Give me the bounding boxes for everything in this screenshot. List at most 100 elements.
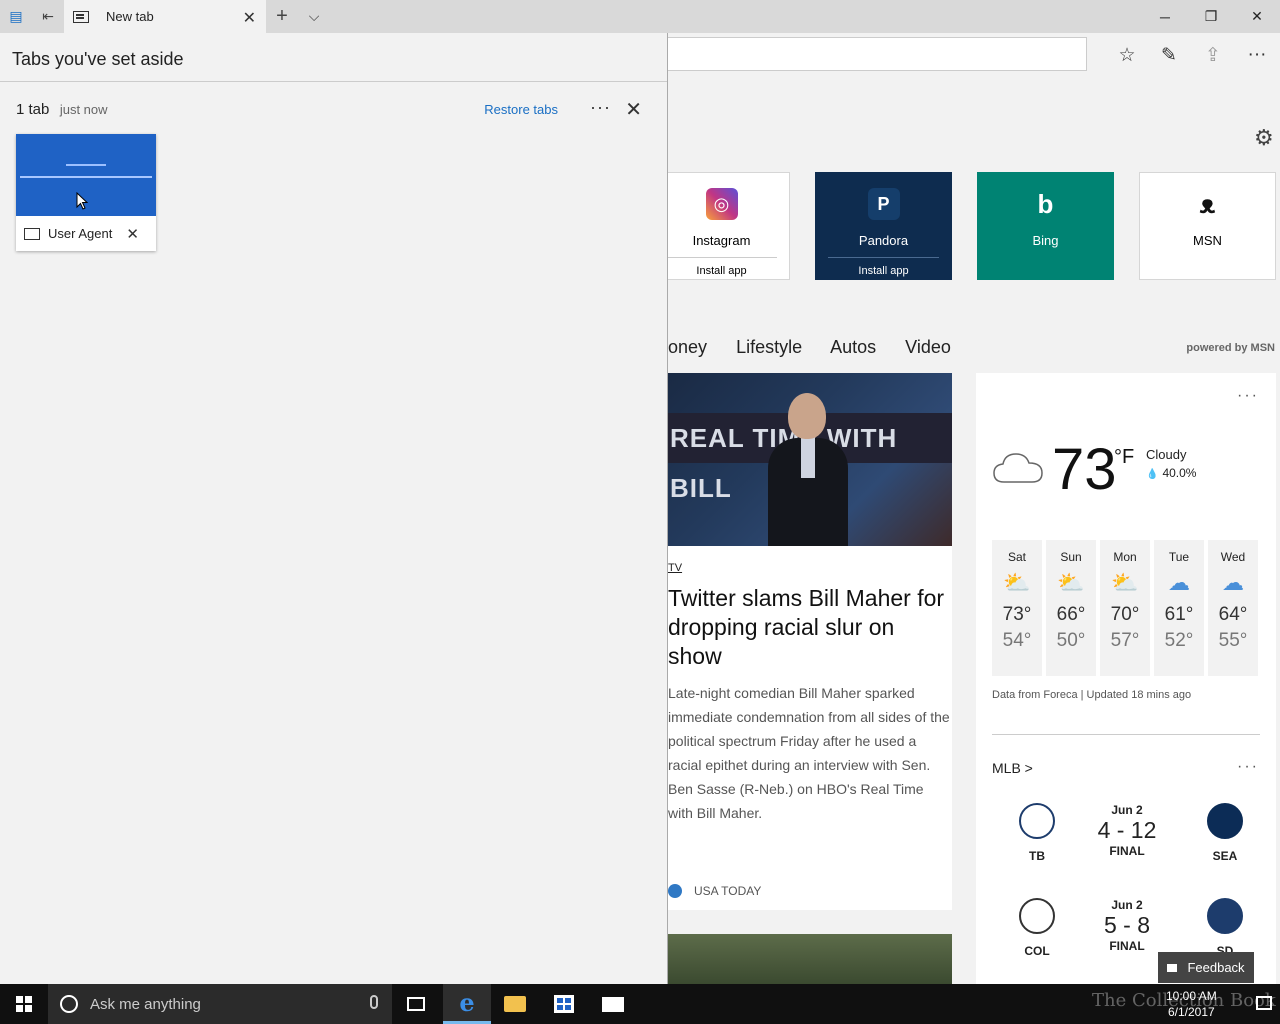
tile-bing[interactable]: b Bing bbox=[977, 172, 1114, 280]
precipitation: 40.0% bbox=[1146, 466, 1196, 480]
forecast-day[interactable]: Wed ☁ 64° 55° bbox=[1208, 540, 1258, 676]
gear-icon[interactable]: ⚙ bbox=[1254, 125, 1274, 151]
game-score: 5 - 8 bbox=[1103, 912, 1151, 938]
close-window-button[interactable]: ✕ bbox=[1234, 0, 1280, 33]
forecast-high: 70° bbox=[1110, 604, 1140, 625]
microphone-icon[interactable] bbox=[370, 995, 378, 1009]
weather-condition: Cloudy bbox=[1146, 447, 1187, 462]
tab-bar: ▤ ⇤ New tab ✕ + ⌵ ─ ❐ ✕ bbox=[0, 0, 1280, 33]
tile-label: Bing bbox=[1032, 233, 1059, 248]
address-bar[interactable] bbox=[660, 37, 1087, 71]
tile-instagram[interactable]: ◎ Instagram Install app bbox=[653, 172, 790, 280]
weather-more-icon[interactable]: ··· bbox=[1237, 387, 1259, 405]
forecast-day[interactable]: Mon ⛅ 70° 57° bbox=[1100, 540, 1150, 676]
tile-label: MSN bbox=[1193, 233, 1222, 248]
forecast-low: 57° bbox=[1110, 630, 1140, 651]
favorites-icon[interactable]: ☆ bbox=[1114, 42, 1140, 68]
forecast-day-name: Wed bbox=[1220, 550, 1246, 564]
search-placeholder: Ask me anything bbox=[90, 995, 201, 1013]
partly-sunny-icon: ⛅ bbox=[1003, 570, 1031, 595]
edge-icon: e bbox=[459, 988, 475, 1017]
pandora-icon: P bbox=[867, 188, 900, 220]
tab-new-tab[interactable]: New tab ✕ bbox=[64, 0, 266, 33]
forecast-low: 52° bbox=[1164, 630, 1194, 651]
temp-unit[interactable]: °F bbox=[1114, 446, 1134, 469]
thumbnail-line bbox=[66, 164, 106, 166]
close-icon[interactable]: ✕ bbox=[126, 225, 139, 243]
team-home: COL bbox=[1007, 898, 1067, 958]
instagram-icon: ◎ bbox=[705, 188, 738, 220]
article-category[interactable]: TV bbox=[668, 562, 952, 574]
forecast-day[interactable]: Sat ⛅ 73° 54° bbox=[992, 540, 1042, 676]
article-title[interactable]: Twitter slams Bill Maher for dropping ra… bbox=[668, 584, 952, 671]
game-status: FINAL bbox=[1109, 844, 1145, 858]
forecast-day-name: Sat bbox=[1007, 550, 1026, 564]
forecast-day[interactable]: Sun ⛅ 66° 50° bbox=[1046, 540, 1096, 676]
category-money[interactable]: oney bbox=[668, 337, 707, 357]
forecast-high: 73° bbox=[1002, 604, 1032, 625]
install-app-link[interactable]: Install app bbox=[666, 257, 777, 277]
set-tabs-aside-icon[interactable]: ⇤ bbox=[32, 0, 64, 33]
rain-icon: ☁ bbox=[1222, 570, 1244, 595]
share-icon[interactable]: ⇪ bbox=[1200, 42, 1226, 68]
task-view-icon bbox=[407, 997, 425, 1011]
tabs-aside-panel: Tabs you've set aside 1 tab just now Res… bbox=[0, 33, 668, 984]
set-aside-tab-card[interactable]: User Agent ✕ bbox=[16, 134, 156, 251]
task-view-button[interactable] bbox=[392, 984, 440, 1024]
file-explorer-button[interactable] bbox=[491, 984, 539, 1024]
web-notes-icon[interactable]: ✎ bbox=[1156, 42, 1182, 68]
cloudy-icon bbox=[993, 453, 1043, 483]
restore-tabs-link[interactable]: Restore tabs bbox=[484, 102, 558, 117]
news-article-card[interactable]: REAL TIME WITH BILL TV Twitter slams Bil… bbox=[668, 373, 952, 910]
chevron-down-icon[interactable]: ⌵ bbox=[298, 0, 330, 33]
more-icon[interactable]: ··· bbox=[1244, 42, 1270, 68]
mouse-cursor-icon bbox=[76, 192, 88, 210]
thumbnail-line bbox=[20, 176, 152, 178]
minimize-button[interactable]: ─ bbox=[1142, 0, 1188, 33]
start-button[interactable] bbox=[0, 984, 48, 1024]
mail-button[interactable] bbox=[589, 984, 637, 1024]
category-video[interactable]: Video bbox=[905, 337, 951, 357]
watermark: The Collection Book bbox=[1092, 990, 1276, 1011]
tile-label: Instagram bbox=[692, 233, 751, 248]
mail-icon bbox=[602, 996, 624, 1012]
group-more-icon[interactable]: ··· bbox=[590, 97, 611, 118]
forecast-day-name: Tue bbox=[1168, 550, 1190, 564]
tab-title: New tab bbox=[106, 9, 154, 24]
news-article-card-2-image[interactable] bbox=[668, 934, 952, 984]
mlb-more-icon[interactable]: ··· bbox=[1237, 758, 1259, 776]
team-abbr: TB bbox=[1029, 849, 1045, 863]
store-button[interactable] bbox=[540, 984, 588, 1024]
team-away: SD bbox=[1195, 898, 1255, 958]
category-autos[interactable]: Autos bbox=[830, 337, 876, 357]
cortana-search-box[interactable]: Ask me anything bbox=[48, 984, 392, 1024]
feedback-button[interactable]: Feedback bbox=[1158, 952, 1254, 983]
tabs-aside-icon[interactable]: ▤ bbox=[0, 0, 32, 33]
forecast-day-name: Sun bbox=[1060, 550, 1082, 564]
forecast-row: Sat ⛅ 73° 54° Sun ⛅ 66° 50° Mon ⛅ 70° 57° Tue ☁ 61°… bbox=[992, 540, 1258, 676]
mariners-logo-icon bbox=[1207, 803, 1243, 839]
mlb-title-link[interactable]: MLB > bbox=[992, 760, 1033, 776]
mlb-game[interactable]: TB Jun 24 - 12 FINAL SEA bbox=[992, 803, 1260, 873]
group-close-icon[interactable]: ✕ bbox=[625, 97, 642, 122]
new-tab-icon[interactable]: + bbox=[266, 0, 298, 33]
tile-pandora[interactable]: P Pandora Install app bbox=[815, 172, 952, 280]
windows-icon bbox=[16, 996, 32, 1012]
panel-title: Tabs you've set aside bbox=[0, 33, 667, 82]
forecast-low: 54° bbox=[1002, 630, 1032, 651]
forecast-high: 66° bbox=[1056, 604, 1086, 625]
partly-sunny-icon: ⛅ bbox=[1057, 570, 1085, 595]
close-tab-icon[interactable]: ✕ bbox=[243, 8, 256, 28]
install-app-link[interactable]: Install app bbox=[828, 257, 939, 277]
weather-data-source: Data from Foreca | Updated 18 mins ago bbox=[992, 689, 1192, 701]
rockies-logo-icon bbox=[1019, 898, 1055, 934]
forecast-day[interactable]: Tue ☁ 61° 52° bbox=[1154, 540, 1204, 676]
edge-taskbar-button[interactable]: e bbox=[443, 984, 491, 1024]
game-status: FINAL bbox=[1109, 939, 1145, 953]
category-lifestyle[interactable]: Lifestyle bbox=[736, 337, 802, 357]
forecast-high: 64° bbox=[1218, 604, 1248, 625]
tile-msn[interactable]: ᴥ MSN bbox=[1139, 172, 1276, 280]
forecast-high: 61° bbox=[1164, 604, 1194, 625]
game-date: Jun 2 bbox=[1111, 803, 1143, 817]
restore-button[interactable]: ❐ bbox=[1188, 0, 1234, 33]
